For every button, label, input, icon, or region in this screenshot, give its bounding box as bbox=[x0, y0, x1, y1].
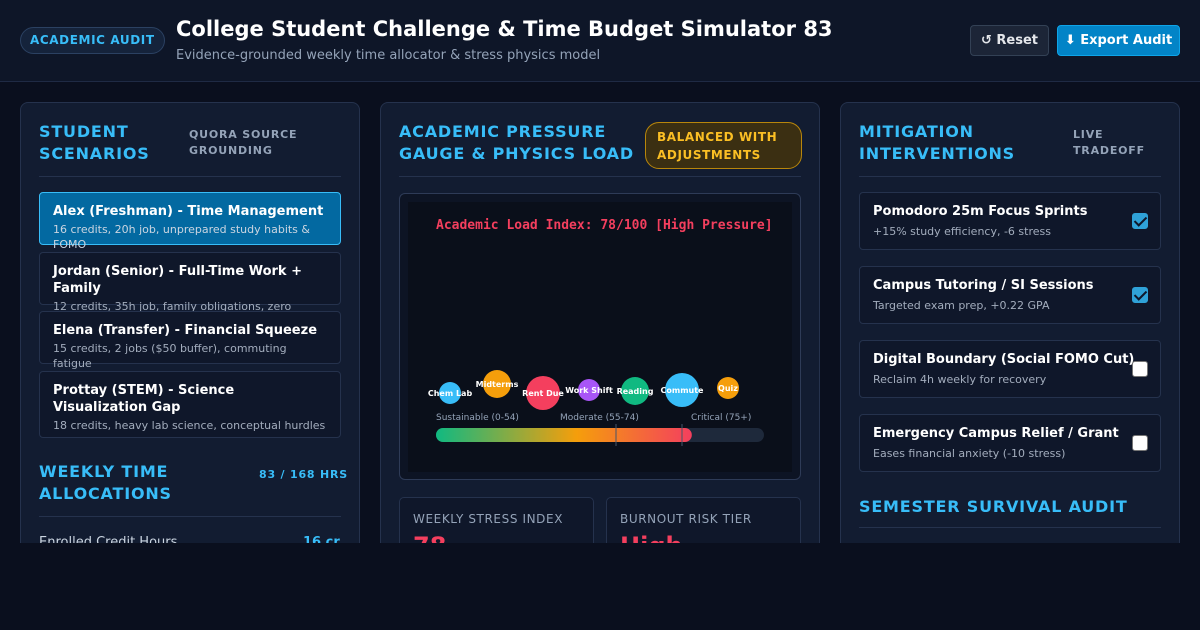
mitigation-desc: Reclaim 4h weekly for recovery bbox=[873, 373, 1047, 386]
scenario-desc: 18 credits, heavy lab science, conceptua… bbox=[53, 419, 326, 432]
digital-boundary-checkbox[interactable] bbox=[1132, 361, 1148, 377]
bubble-label: Midterms bbox=[476, 380, 519, 389]
pressure-gauge-panel: ACADEMIC PRESSURE GAUGE & PHYSICS LOAD B… bbox=[380, 102, 820, 562]
hours-total-tag: 83 / 168 HRS bbox=[259, 468, 348, 481]
scenario-desc: 16 credits, 20h job, unprepared study ha… bbox=[53, 223, 310, 251]
mitigation-emergency-relief[interactable]: Emergency Campus Relief / Grant Eases fi… bbox=[859, 414, 1161, 472]
mitigation-title: Emergency Campus Relief / Grant bbox=[873, 426, 1119, 441]
reset-button[interactable]: ↺ Reset bbox=[970, 25, 1049, 56]
physics-load-svg: Academic Load Index: 78/100 [High Pressu… bbox=[428, 218, 773, 446]
bubble-label: Chem Lab bbox=[428, 389, 473, 398]
bubble-label: Reading bbox=[617, 387, 654, 396]
divider bbox=[859, 527, 1161, 528]
app-header: ACADEMIC AUDIT College Student Challenge… bbox=[0, 0, 1200, 82]
student-scenarios-panel: STUDENT SCENARIOS QUORA SOURCE GROUNDING… bbox=[20, 102, 360, 562]
mitigation-desc: +15% study efficiency, -6 stress bbox=[873, 225, 1051, 238]
bubble-commute[interactable]: Commute bbox=[661, 373, 705, 407]
mitigation-title: Digital Boundary (Social FOMO Cut) bbox=[873, 352, 1135, 367]
load-bar-fill bbox=[436, 428, 692, 442]
zone-label-moderate: Moderate (55-74) bbox=[560, 413, 639, 423]
physics-load-canvas-frame: Academic Load Index: 78/100 [High Pressu… bbox=[399, 193, 801, 480]
weekly-allocations-title: WEEKLY TIME ALLOCATIONS bbox=[39, 462, 172, 503]
scenarios-title: STUDENT SCENARIOS bbox=[39, 122, 150, 163]
scenario-title: Jordan (Senior) - Full-Time Work + Famil… bbox=[53, 264, 302, 296]
mitigation-title: Campus Tutoring / SI Sessions bbox=[873, 278, 1094, 293]
gauge-title: ACADEMIC PRESSURE GAUGE & PHYSICS LOAD bbox=[399, 122, 634, 163]
physics-load-canvas: Academic Load Index: 78/100 [High Pressu… bbox=[408, 202, 792, 472]
scenario-title: Elena (Transfer) - Financial Squeeze bbox=[53, 323, 318, 338]
scenario-jordan[interactable]: Jordan (Senior) - Full-Time Work + Famil… bbox=[39, 252, 341, 328]
viewport-bottom-area bbox=[0, 543, 1200, 630]
scenario-desc: 15 credits, 2 jobs ($50 buffer), commuti… bbox=[53, 342, 287, 370]
semester-audit-title: SEMESTER SURVIVAL AUDIT bbox=[859, 497, 1128, 516]
emergency-relief-checkbox[interactable] bbox=[1132, 435, 1148, 451]
divider bbox=[39, 176, 341, 177]
divider bbox=[399, 176, 801, 177]
academic-audit-badge: ACADEMIC AUDIT bbox=[20, 27, 165, 54]
zone-label-sustainable: Sustainable (0-54) bbox=[436, 413, 519, 423]
bubble-label: Commute bbox=[661, 386, 705, 395]
mitigation-panel: MITIGATION INTERVENTIONS LIVE TRADEOFF P… bbox=[840, 102, 1180, 562]
bubble-work-shift[interactable]: Work Shift bbox=[565, 379, 613, 401]
pomodoro-checkbox[interactable] bbox=[1132, 213, 1148, 229]
divider bbox=[859, 176, 1161, 177]
quora-source-tag: QUORA SOURCE GROUNDING bbox=[189, 128, 298, 157]
divider bbox=[39, 516, 341, 517]
bubble-quiz[interactable]: Quiz bbox=[717, 377, 739, 399]
app-subtitle: Evidence-grounded weekly time allocator … bbox=[176, 48, 601, 63]
bubble-rent-due[interactable]: Rent Due bbox=[522, 376, 564, 410]
metric-label: WEEKLY STRESS INDEX bbox=[413, 512, 564, 526]
bubble-label: Work Shift bbox=[565, 386, 613, 395]
live-tradeoff-tag: LIVE TRADEOFF bbox=[1073, 128, 1145, 157]
scenario-alex[interactable]: Alex (Freshman) - Time Management 16 cre… bbox=[39, 192, 341, 251]
scenario-prottay[interactable]: Prottay (STEM) - Science Visualization G… bbox=[39, 371, 341, 438]
mitigation-digital-boundary[interactable]: Digital Boundary (Social FOMO Cut) Recla… bbox=[859, 340, 1161, 398]
mitigation-desc: Eases financial anxiety (-10 stress) bbox=[873, 447, 1066, 460]
mitigation-title: MITIGATION INTERVENTIONS bbox=[859, 122, 1015, 163]
mitigation-tutoring[interactable]: Campus Tutoring / SI Sessions Targeted e… bbox=[859, 266, 1161, 324]
bubble-midterms[interactable]: Midterms bbox=[476, 370, 519, 398]
bubble-label: Quiz bbox=[718, 384, 738, 393]
scenario-title: Prottay (STEM) - Science Visualization G… bbox=[53, 383, 235, 415]
export-audit-button[interactable]: ⬇ Export Audit bbox=[1057, 25, 1180, 56]
load-index-text: Academic Load Index: 78/100 [High Pressu… bbox=[436, 218, 773, 233]
bubble-chem-lab[interactable]: Chem Lab bbox=[428, 382, 473, 404]
tutoring-checkbox[interactable] bbox=[1132, 287, 1148, 303]
scenario-elena[interactable]: Elena (Transfer) - Financial Squeeze 15 … bbox=[39, 311, 341, 370]
zone-label-critical: Critical (75+) bbox=[691, 413, 751, 423]
mitigation-pomodoro[interactable]: Pomodoro 25m Focus Sprints +15% study ef… bbox=[859, 192, 1161, 250]
mitigation-desc: Targeted exam prep, +0.22 GPA bbox=[873, 299, 1050, 312]
balance-status-badge: BALANCED WITH ADJUSTMENTS bbox=[645, 122, 802, 169]
app-title: College Student Challenge & Time Budget … bbox=[176, 17, 833, 41]
scenario-title: Alex (Freshman) - Time Management bbox=[53, 204, 324, 219]
bubble-label: Rent Due bbox=[522, 389, 564, 398]
metric-label: BURNOUT RISK TIER bbox=[620, 512, 752, 526]
mitigation-title: Pomodoro 25m Focus Sprints bbox=[873, 204, 1088, 219]
bubble-reading[interactable]: Reading bbox=[617, 377, 654, 405]
